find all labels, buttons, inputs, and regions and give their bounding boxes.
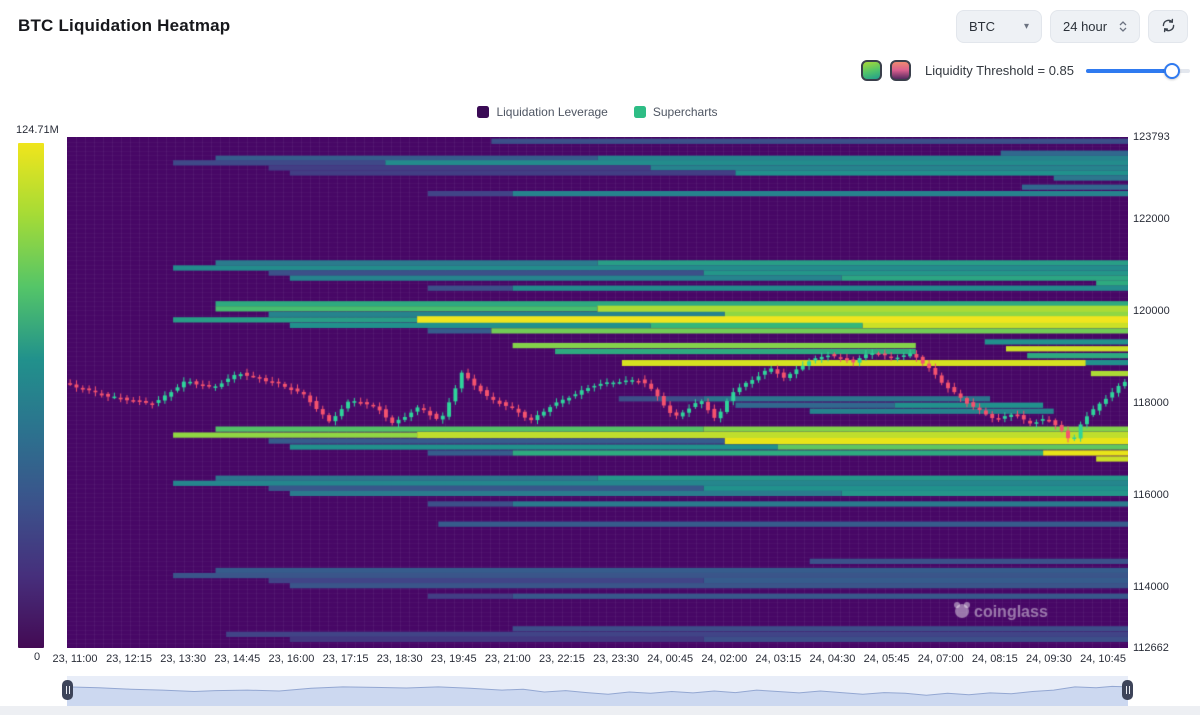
legend-item-0[interactable]: Liquidation Leverage <box>477 105 607 119</box>
timeframe-select-value: 24 hour <box>1063 19 1107 34</box>
liquidation-heatmap-chart[interactable] <box>67 137 1128 648</box>
time-axis-label: 23, 16:00 <box>268 653 314 665</box>
price-axis-label: 123793 <box>1133 131 1170 143</box>
chevron-down-icon: ▾ <box>1024 21 1029 32</box>
legend-marker <box>634 106 646 118</box>
time-axis-label: 23, 18:30 <box>377 653 423 665</box>
navigator-right-handle[interactable] <box>1122 680 1133 700</box>
symbol-select-value: BTC <box>969 19 995 34</box>
time-axis-label: 23, 21:00 <box>485 653 531 665</box>
time-axis-label: 24, 05:45 <box>864 653 910 665</box>
time-axis-label: 23, 14:45 <box>214 653 260 665</box>
time-axis-label: 24, 07:00 <box>918 653 964 665</box>
liquidation-heatmap-page: BTC Liquidation Heatmap BTC ▾ 24 hour Li… <box>0 0 1200 715</box>
colormap-pink-swatch[interactable] <box>890 60 911 81</box>
time-axis-label: 24, 09:30 <box>1026 653 1072 665</box>
range-navigator[interactable] <box>67 676 1128 707</box>
time-axis-label: 23, 11:00 <box>52 653 97 665</box>
timeframe-select[interactable]: 24 hour <box>1050 10 1140 43</box>
colorbar-gradient <box>18 143 44 648</box>
legend-label: Liquidation Leverage <box>496 105 607 119</box>
time-axis-label: 24, 10:45 <box>1080 653 1126 665</box>
symbol-select[interactable]: BTC ▾ <box>956 10 1042 43</box>
price-axis-label: 120000 <box>1133 305 1170 317</box>
legend-marker <box>477 106 489 118</box>
legend-label: Supercharts <box>653 105 718 119</box>
price-axis-label: 114000 <box>1133 581 1169 593</box>
bottom-strip <box>0 706 1200 715</box>
time-axis-label: 23, 19:45 <box>431 653 477 665</box>
time-axis-label: 24, 08:15 <box>972 653 1018 665</box>
price-axis-label: 122000 <box>1133 213 1170 225</box>
time-axis-label: 23, 17:15 <box>323 653 369 665</box>
price-axis-label: 118000 <box>1133 397 1169 409</box>
time-axis-label: 24, 04:30 <box>810 653 856 665</box>
time-axis-label: 23, 13:30 <box>160 653 206 665</box>
time-axis-label: 24, 00:45 <box>647 653 693 665</box>
threshold-label: Liquidity Threshold = 0.85 <box>925 63 1074 78</box>
time-axis-label: 23, 22:15 <box>539 653 585 665</box>
time-axis-label: 23, 12:15 <box>106 653 152 665</box>
time-axis-label: 24, 03:15 <box>755 653 801 665</box>
spinner-arrows-icon <box>1119 21 1127 32</box>
chart-legend: Liquidation Leverage Supercharts <box>67 105 1128 119</box>
price-axis-label: 116000 <box>1133 489 1169 501</box>
page-title: BTC Liquidation Heatmap <box>18 16 230 36</box>
colorbar-max-label: 124.71M <box>16 124 59 136</box>
navigator-left-handle[interactable] <box>62 680 73 700</box>
time-axis-label: 24, 02:00 <box>701 653 747 665</box>
legend-item-1[interactable]: Supercharts <box>634 105 718 119</box>
price-axis: 1237931220001200001180001160001140001126… <box>1133 0 1197 715</box>
time-axis: 23, 11:00 23, 12:15 23, 13:30 23, 14:45 23, … <box>0 653 1200 669</box>
colormap-green-swatch[interactable] <box>861 60 882 81</box>
time-axis-label: 23, 23:30 <box>593 653 639 665</box>
